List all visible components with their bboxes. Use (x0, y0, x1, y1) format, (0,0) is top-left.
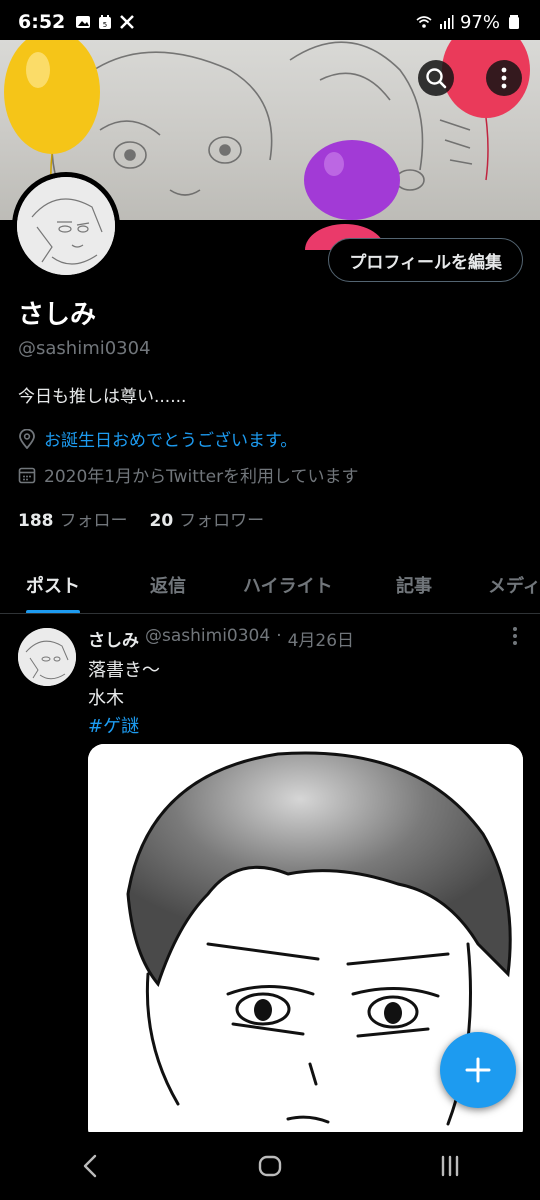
home-icon (258, 1155, 282, 1177)
calendar-notification-icon: 5 (99, 15, 112, 29)
post-header: さしみ @sashimi0304 · 4月26日 (88, 626, 354, 651)
post-author-name[interactable]: さしみ (88, 626, 139, 651)
profile-bio: 今日も推しは尊い...... (18, 387, 187, 407)
nav-back-button[interactable] (60, 1141, 120, 1191)
following-count: 188 (18, 511, 54, 531)
following-link[interactable]: 188 フォロー (18, 506, 128, 531)
status-bar: 6:52 5 97% (0, 0, 540, 44)
tab-replies[interactable]: 返信 (150, 556, 186, 613)
status-right: 97% (416, 12, 522, 33)
post-text-line: 水木 (88, 688, 124, 709)
followers-label: フォロワー (179, 511, 265, 531)
followers-count: 20 (149, 511, 174, 531)
recents-icon (441, 1155, 459, 1177)
post-hashtag[interactable]: #ゲ謎 (88, 712, 139, 738)
avatar-image (17, 177, 115, 275)
edit-profile-button[interactable]: プロフィールを編集 (328, 238, 523, 282)
more-vertical-icon (513, 627, 517, 645)
signal-icon (439, 15, 454, 29)
post-date[interactable]: 4月26日 (288, 626, 354, 651)
status-time: 6:52 (18, 11, 66, 33)
location-icon (19, 428, 35, 449)
system-nav-bar (0, 1132, 540, 1200)
profile-stats: 188 フォロー 20 フォロワー (18, 506, 264, 531)
status-notification-icons: 5 (75, 14, 135, 30)
svg-text:5: 5 (103, 21, 107, 29)
nav-recents-button[interactable] (420, 1141, 480, 1191)
post-author-handle[interactable]: @sashimi0304 (145, 626, 270, 651)
profile-tabs: ポスト 返信 ハイライト 記事 メディア (0, 556, 540, 614)
post-avatar[interactable] (18, 628, 76, 686)
wifi-icon (416, 16, 432, 28)
plus-icon (465, 1057, 491, 1083)
search-button[interactable] (418, 60, 454, 96)
tab-posts[interactable]: ポスト (26, 556, 80, 613)
profile-name: さしみ (18, 300, 97, 330)
compose-post-button[interactable] (440, 1032, 516, 1108)
battery-icon (509, 15, 519, 29)
more-icon (501, 67, 507, 89)
search-icon (426, 68, 447, 89)
following-label: フォロー (59, 511, 128, 531)
post-more-button[interactable] (512, 626, 518, 649)
tab-articles[interactable]: 記事 (396, 556, 432, 613)
joined-text: 2020年1月からTwitterを利用しています (44, 467, 359, 487)
profile-avatar[interactable] (12, 172, 120, 280)
post-text-line: 落書き〜 (88, 660, 160, 681)
profile-handle: @sashimi0304 (18, 338, 151, 359)
calendar-icon (18, 467, 36, 483)
location-text[interactable]: お誕生日おめでとうございます。 (44, 426, 297, 451)
followers-link[interactable]: 20 フォロワー (150, 506, 265, 531)
tab-highlights[interactable]: ハイライト (243, 556, 333, 613)
profile-location: お誕生日おめでとうございます。 (18, 426, 297, 451)
post-separator: · (276, 626, 282, 646)
more-options-button[interactable] (486, 60, 522, 96)
nav-home-button[interactable] (240, 1141, 300, 1191)
x-logo-icon (120, 15, 135, 29)
battery-percent: 97% (459, 11, 500, 33)
profile-joined: 2020年1月からTwitterを利用しています (18, 462, 359, 487)
tab-media[interactable]: メディア (488, 556, 540, 613)
back-icon (83, 1154, 97, 1178)
gallery-icon (76, 16, 91, 28)
